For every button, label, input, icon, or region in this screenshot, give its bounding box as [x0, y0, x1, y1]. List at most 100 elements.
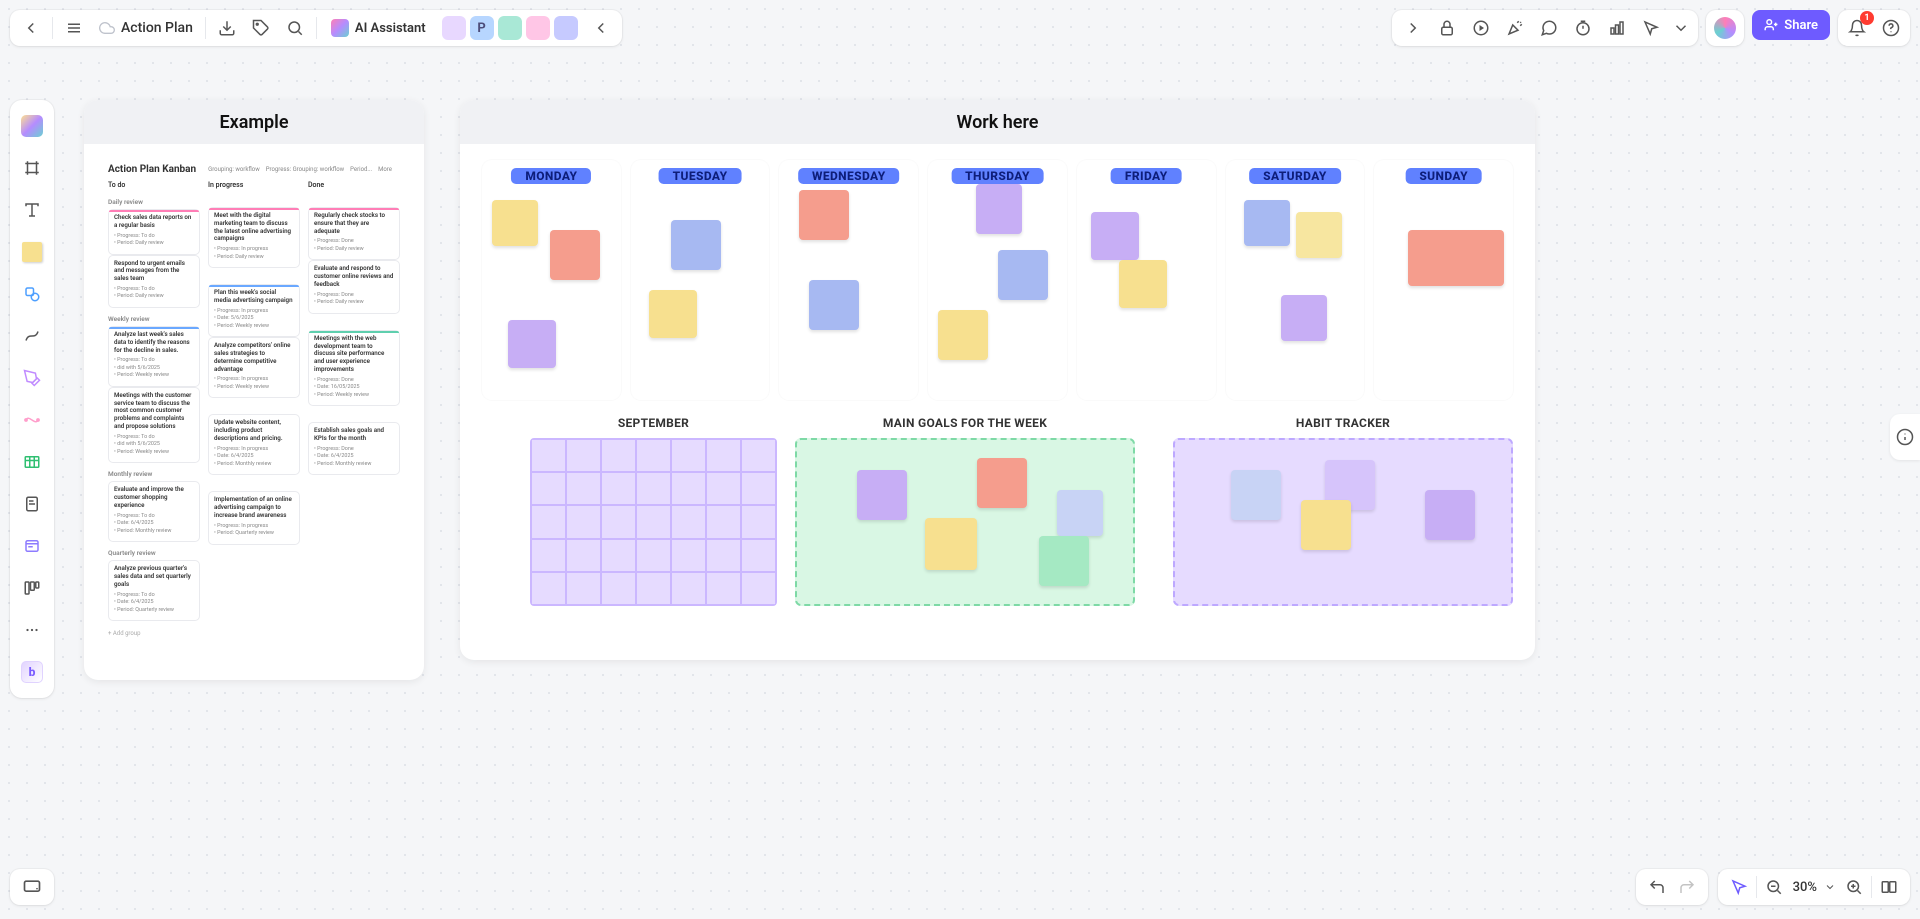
sticky-note[interactable]: [1057, 490, 1103, 536]
calendar-cell[interactable]: [601, 505, 636, 538]
download-button[interactable]: [212, 13, 242, 43]
lock-button[interactable]: [1432, 13, 1462, 43]
calendar-cell[interactable]: [636, 505, 671, 538]
calendar-cell[interactable]: [741, 505, 776, 538]
celebrate-button[interactable]: [1500, 13, 1530, 43]
sticky-note[interactable]: [977, 458, 1027, 508]
calendar-cell[interactable]: [706, 472, 741, 505]
collab-avatar[interactable]: P: [470, 16, 494, 40]
sticky-note[interactable]: [938, 310, 988, 360]
day-column[interactable]: FRIDAY: [1077, 160, 1216, 400]
calendar-block[interactable]: SEPTEMBER: [530, 416, 777, 606]
kanban-add-group[interactable]: + Add group: [108, 630, 200, 637]
calendar-cell[interactable]: [671, 572, 706, 605]
mindmap-tool[interactable]: [15, 403, 49, 437]
calendar-cell[interactable]: [566, 572, 601, 605]
sticky-note[interactable]: [809, 280, 859, 330]
more-tools-button[interactable]: [1670, 13, 1692, 43]
ai-assistant-button[interactable]: AI Assistant: [323, 13, 434, 43]
calendar-cell[interactable]: [741, 472, 776, 505]
app-logo-icon[interactable]: [1710, 13, 1740, 43]
kanban-column-in-progress[interactable]: In progress Meet with the digital market…: [208, 181, 300, 637]
sticky-note[interactable]: [671, 220, 721, 270]
zoom-in-button[interactable]: [1839, 872, 1869, 902]
sticky-note[interactable]: [550, 230, 600, 280]
calendar-cell[interactable]: [636, 472, 671, 505]
shape-tool[interactable]: [15, 277, 49, 311]
expand-right-button[interactable]: [1398, 13, 1428, 43]
frame-tool[interactable]: [15, 151, 49, 185]
calendar-cell[interactable]: [671, 439, 706, 472]
table-tool[interactable]: [15, 445, 49, 479]
more-tools[interactable]: [15, 613, 49, 647]
calendar-cell[interactable]: [531, 572, 566, 605]
kanban-column-done[interactable]: Done Regularly check stocks to ensure th…: [308, 181, 400, 637]
card-tool[interactable]: [15, 529, 49, 563]
kanban-board[interactable]: Action Plan Kanban Grouping: workflowPro…: [84, 144, 424, 657]
calendar-cell[interactable]: [706, 439, 741, 472]
frame-work-here[interactable]: Work here MONDAYTUESDAYWEDNESDAYTHURSDAY…: [460, 100, 1535, 660]
calendar-cell[interactable]: [741, 539, 776, 572]
share-button[interactable]: Share: [1752, 10, 1830, 40]
calendar-cell[interactable]: [636, 539, 671, 572]
calendar-cell[interactable]: [601, 439, 636, 472]
sticky-note[interactable]: [925, 518, 977, 570]
sticky-note-tool[interactable]: [15, 235, 49, 269]
connector-tool[interactable]: [15, 319, 49, 353]
calendar-cell[interactable]: [531, 505, 566, 538]
sticky-note[interactable]: [1244, 200, 1290, 246]
kanban-card[interactable]: Check sales data reports on a regular ba…: [108, 209, 200, 255]
sticky-note[interactable]: [998, 250, 1048, 300]
info-panel-button[interactable]: [1890, 414, 1920, 460]
calendar-cell[interactable]: [601, 472, 636, 505]
calendar-cell[interactable]: [671, 505, 706, 538]
menu-button[interactable]: [59, 13, 89, 43]
calendar-cell[interactable]: [566, 505, 601, 538]
document-title[interactable]: Action Plan: [93, 20, 199, 36]
apps-tool[interactable]: b: [15, 655, 49, 689]
timer-button[interactable]: [1568, 13, 1598, 43]
sticky-note[interactable]: [857, 470, 907, 520]
pointer-mode-button[interactable]: [1724, 872, 1754, 902]
kanban-card[interactable]: Evaluate and respond to customer online …: [308, 260, 400, 313]
slides-panel-button[interactable]: [10, 869, 54, 905]
day-column[interactable]: THURSDAY: [928, 160, 1067, 400]
calendar-cell[interactable]: [706, 505, 741, 538]
cursor-tool-button[interactable]: [1636, 13, 1666, 43]
calendar-cell[interactable]: [671, 539, 706, 572]
zoom-out-button[interactable]: [1759, 872, 1789, 902]
sticky-note[interactable]: [1039, 536, 1089, 586]
calendar-cell[interactable]: [566, 439, 601, 472]
pen-tool[interactable]: [15, 361, 49, 395]
day-column[interactable]: SATURDAY: [1226, 160, 1365, 400]
sticky-note[interactable]: [1408, 230, 1504, 286]
kanban-card[interactable]: Meetings with the customer service team …: [108, 387, 200, 463]
sticky-note[interactable]: [1296, 212, 1342, 258]
kanban-tool[interactable]: [15, 571, 49, 605]
kanban-card[interactable]: Meet with the digital marketing team to …: [208, 207, 300, 268]
zoom-dropdown-button[interactable]: [1821, 872, 1839, 902]
calendar-cell[interactable]: [531, 539, 566, 572]
calendar-cell[interactable]: [706, 572, 741, 605]
sticky-note[interactable]: [1281, 295, 1327, 341]
collab-avatar[interactable]: [498, 16, 522, 40]
kanban-card[interactable]: Implementation of an online advertising …: [208, 491, 300, 544]
calendar-cell[interactable]: [566, 472, 601, 505]
sticky-note[interactable]: [508, 320, 556, 368]
sticky-note[interactable]: [492, 200, 538, 246]
calendar-cell[interactable]: [636, 572, 671, 605]
kanban-toolbar[interactable]: Grouping: workflowProgress: Grouping: wo…: [208, 166, 392, 173]
calendar-cell[interactable]: [636, 439, 671, 472]
habit-block[interactable]: HABIT TRACKER: [1173, 416, 1513, 606]
sticky-note[interactable]: [1091, 212, 1139, 260]
calendar-cell[interactable]: [741, 439, 776, 472]
voting-button[interactable]: [1602, 13, 1632, 43]
sticky-note[interactable]: [649, 290, 697, 338]
present-button[interactable]: [1466, 13, 1496, 43]
kanban-card[interactable]: Respond to urgent emails and messages fr…: [108, 255, 200, 308]
kanban-card[interactable]: Update website content, including produc…: [208, 414, 300, 475]
day-column[interactable]: SUNDAY: [1374, 160, 1513, 400]
calendar-cell[interactable]: [566, 539, 601, 572]
kanban-card[interactable]: Analyze previous quarter's sales data an…: [108, 560, 200, 621]
calendar-cell[interactable]: [671, 472, 706, 505]
